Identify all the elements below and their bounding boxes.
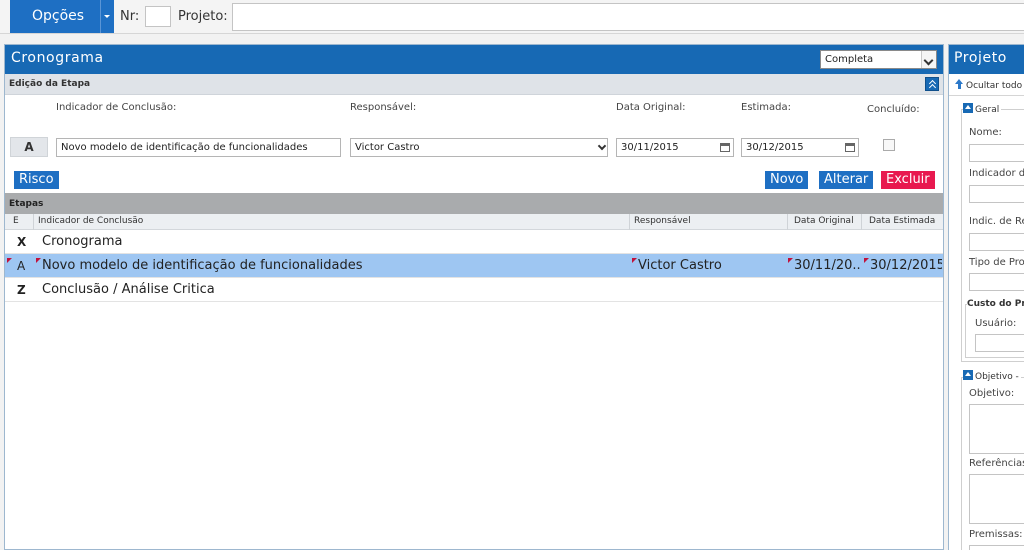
collapse-up-icon[interactable] <box>925 77 939 91</box>
options-label: Opções <box>32 8 85 24</box>
etapas-title: Etapas <box>9 199 44 209</box>
estimated-date-label: Estimada: <box>741 102 791 113</box>
objetivo-legend[interactable]: Objetivo - <box>963 370 1021 382</box>
responsible-label: Responsável: <box>350 102 417 113</box>
options-menu-button[interactable]: Opções <box>10 0 114 33</box>
column-header-original-date[interactable]: Data Original <box>794 216 854 226</box>
nr-label: Nr: <box>120 9 140 24</box>
row-indicator: Conclusão / Análise Critica <box>42 282 215 297</box>
comment-marker-icon <box>36 258 41 263</box>
caret-down-icon <box>104 15 110 18</box>
row-e: Z <box>17 283 26 297</box>
etapa-letter-badge: A <box>10 137 48 157</box>
tipo-projeto-label: Tipo de Proj <box>969 257 1024 268</box>
objetivo-textarea[interactable] <box>969 404 1024 454</box>
nr-input[interactable] <box>145 6 171 27</box>
tipo-projeto-input[interactable] <box>969 273 1024 291</box>
indicador-label: Indicador d <box>969 168 1024 179</box>
options-dropdown-toggle[interactable] <box>100 0 114 33</box>
novo-button[interactable]: Novo <box>765 171 809 189</box>
original-date-input[interactable]: 30/11/2015 <box>616 138 734 157</box>
indicator-input[interactable]: Novo modelo de identificação de funciona… <box>56 138 341 157</box>
column-header-indicator[interactable]: Indicador de Conclusão <box>38 216 143 226</box>
nome-label: Nome: <box>969 127 1002 138</box>
row-indicator: Cronograma <box>42 234 123 249</box>
objetivo-label: Objetivo: <box>969 388 1015 399</box>
cronograma-panel: Cronograma Completa Edição da Etapa A In… <box>4 44 944 550</box>
comment-marker-icon <box>864 258 869 263</box>
usuario-input[interactable] <box>975 334 1024 352</box>
row-indicator: Novo modelo de identificação de funciona… <box>42 258 363 273</box>
column-header-estimated-date[interactable]: Data Estimada <box>869 216 935 226</box>
original-date-value: 30/11/2015 <box>621 142 679 153</box>
table-row[interactable]: X Cronograma <box>5 230 943 254</box>
comment-marker-icon <box>788 258 793 263</box>
table-row-selected[interactable]: A Novo modelo de identificação de funcio… <box>5 254 943 278</box>
nome-input[interactable] <box>969 144 1024 162</box>
column-header-responsible[interactable]: Responsável <box>634 216 691 226</box>
indic-re-label: Indic. de Re <box>969 216 1024 227</box>
estimated-date-input[interactable]: 30/12/2015 <box>741 138 859 157</box>
referencias-textarea[interactable] <box>969 474 1024 524</box>
hide-all-link[interactable]: Ocultar todo <box>955 79 1022 91</box>
indicator-label: Indicador de Conclusão: <box>56 102 177 113</box>
etapas-section-bar: Etapas <box>5 193 943 214</box>
referencias-label: Referências <box>969 458 1024 469</box>
project-input[interactable] <box>232 3 1024 31</box>
chevron-down-icon <box>597 141 607 151</box>
responsible-value: Victor Castro <box>355 142 420 153</box>
alterar-button[interactable]: Alterar <box>819 171 874 189</box>
projeto-header: Projeto <box>949 45 1024 74</box>
edit-section-title: Edição da Etapa <box>9 79 91 89</box>
estimated-date-value: 30/12/2015 <box>746 142 804 153</box>
calendar-icon[interactable] <box>845 143 855 152</box>
collapse-icon[interactable] <box>963 103 973 113</box>
comment-marker-icon <box>7 258 12 263</box>
view-mode-value: Completa <box>825 54 874 65</box>
table-row[interactable]: Z Conclusão / Análise Critica <box>5 278 943 302</box>
row-original-date: 30/11/20... <box>794 258 860 273</box>
chevron-down-icon[interactable] <box>921 51 936 68</box>
cronograma-header: Cronograma Completa <box>5 45 943 74</box>
premissas-label: Premissas: <box>969 529 1023 540</box>
row-e: X <box>17 235 27 249</box>
etapa-edit-form: A Indicador de Conclusão: Novo modelo de… <box>5 95 943 193</box>
edit-section-bar: Edição da Etapa <box>5 74 943 95</box>
column-header-e[interactable]: E <box>13 216 19 226</box>
usuario-label: Usuário: <box>975 318 1017 329</box>
row-responsible: Victor Castro <box>638 258 722 273</box>
indic-re-input[interactable] <box>969 233 1024 251</box>
projeto-title: Projeto <box>954 50 1007 66</box>
arrow-up-icon <box>955 79 964 89</box>
projeto-panel: Projeto Ocultar todo Geral Nome: Indicad… <box>948 44 1024 550</box>
row-estimated-date: 30/12/2015 <box>870 258 942 273</box>
original-date-label: Data Original: <box>616 102 686 113</box>
excluir-button[interactable]: Excluir <box>881 171 935 189</box>
cronograma-title: Cronograma <box>11 50 104 66</box>
done-label: Concluído: <box>867 104 920 115</box>
comment-marker-icon <box>632 258 637 263</box>
hide-all-label: Ocultar todo <box>966 81 1023 91</box>
calendar-icon[interactable] <box>720 143 730 152</box>
responsible-select[interactable]: Victor Castro <box>350 138 608 157</box>
collapse-icon[interactable] <box>963 370 973 380</box>
custo-title: Custo do Pro <box>967 299 1024 309</box>
indicador-input[interactable] <box>969 185 1024 203</box>
row-e: A <box>17 259 26 273</box>
geral-legend[interactable]: Geral <box>963 103 1002 115</box>
etapas-table-header: E Indicador de Conclusão Responsável Dat… <box>5 214 943 230</box>
premissas-textarea[interactable] <box>969 545 1024 550</box>
project-label: Projeto: <box>178 9 228 24</box>
risco-button[interactable]: Risco <box>14 171 59 189</box>
top-toolbar: Opções Nr: Projeto: <box>0 0 1024 34</box>
view-mode-select[interactable]: Completa <box>820 50 937 69</box>
done-checkbox[interactable] <box>883 139 895 151</box>
